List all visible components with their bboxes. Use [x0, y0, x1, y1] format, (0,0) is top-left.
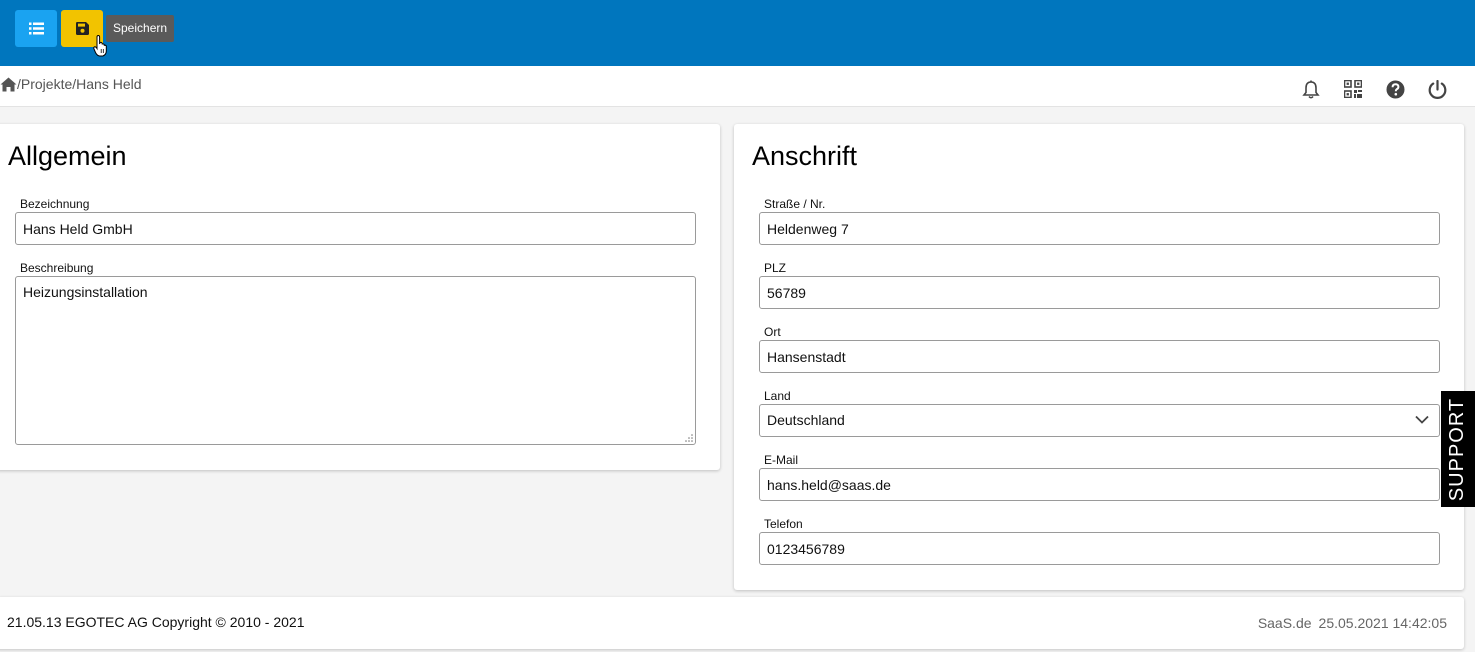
breadcrumb-path[interactable]: /Projekte/Hans Held: [17, 76, 142, 92]
email-input[interactable]: [759, 468, 1440, 501]
plz-label: PLZ: [764, 261, 787, 275]
qr-code-icon: [1344, 80, 1362, 98]
copyright-text: 21.05.13 EGOTEC AG Copyright © 2010 - 20…: [7, 614, 305, 630]
land-select[interactable]: Deutschland: [759, 404, 1440, 437]
footer-info: SaaS.de 25.05.2021 14:42:05: [1258, 615, 1447, 631]
floppy-disk-icon: [75, 22, 89, 35]
footer: 21.05.13 EGOTEC AG Copyright © 2010 - 20…: [0, 597, 1464, 649]
home-icon[interactable]: [0, 77, 17, 92]
bell-icon: [1302, 80, 1320, 99]
save-tooltip: Speichern: [106, 15, 175, 42]
site-name: SaaS.de: [1257, 615, 1312, 631]
anschrift-card: Anschrift Straße / Nr. PLZ Ort Land Deut…: [734, 124, 1464, 590]
plz-input[interactable]: [759, 276, 1440, 309]
strasse-input[interactable]: [759, 212, 1440, 245]
allgemein-card: Allgemein Bezeichnung Beschreibung Heizu…: [0, 124, 720, 470]
beschreibung-label: Beschreibung: [20, 261, 94, 275]
ort-input[interactable]: [759, 340, 1440, 373]
bezeichnung-label: Bezeichnung: [20, 197, 90, 211]
anschrift-heading: Anschrift: [752, 141, 858, 171]
support-tab[interactable]: SUPPORT: [1441, 391, 1475, 507]
hand-cursor-icon: [93, 35, 107, 57]
top-toolbar: Speichern: [0, 0, 1475, 66]
ort-label: Ort: [764, 325, 781, 339]
power-icon: [1428, 79, 1446, 99]
breadcrumb-bar: /Projekte/Hans Held: [0, 66, 1475, 107]
land-label: Land: [764, 389, 791, 403]
help-button[interactable]: [1384, 78, 1406, 100]
beschreibung-wrapper: Heizungsinstallation: [15, 276, 696, 445]
support-label: SUPPORT: [1446, 397, 1469, 501]
notifications-button[interactable]: [1300, 78, 1322, 100]
telefon-label: Telefon: [764, 517, 803, 531]
telefon-input[interactable]: [759, 532, 1440, 565]
qr-code-button[interactable]: [1342, 78, 1364, 100]
email-label: E-Mail: [764, 453, 799, 467]
list-view-button[interactable]: [15, 10, 57, 47]
breadcrumb: /Projekte/Hans Held: [0, 76, 142, 92]
logout-button[interactable]: [1426, 78, 1448, 100]
bezeichnung-input[interactable]: [15, 212, 696, 245]
list-icon: [28, 22, 44, 35]
allgemein-heading: Allgemein: [8, 141, 127, 171]
footer-datetime: 25.05.2021 14:42:05: [1318, 615, 1447, 631]
land-selected-value: Deutschland: [767, 412, 845, 428]
beschreibung-textarea[interactable]: Heizungsinstallation: [15, 276, 696, 445]
chevron-down-icon: [1415, 415, 1429, 424]
help-icon: [1386, 80, 1404, 98]
strasse-label: Straße / Nr.: [764, 197, 826, 211]
resize-handle-icon[interactable]: [685, 434, 693, 442]
